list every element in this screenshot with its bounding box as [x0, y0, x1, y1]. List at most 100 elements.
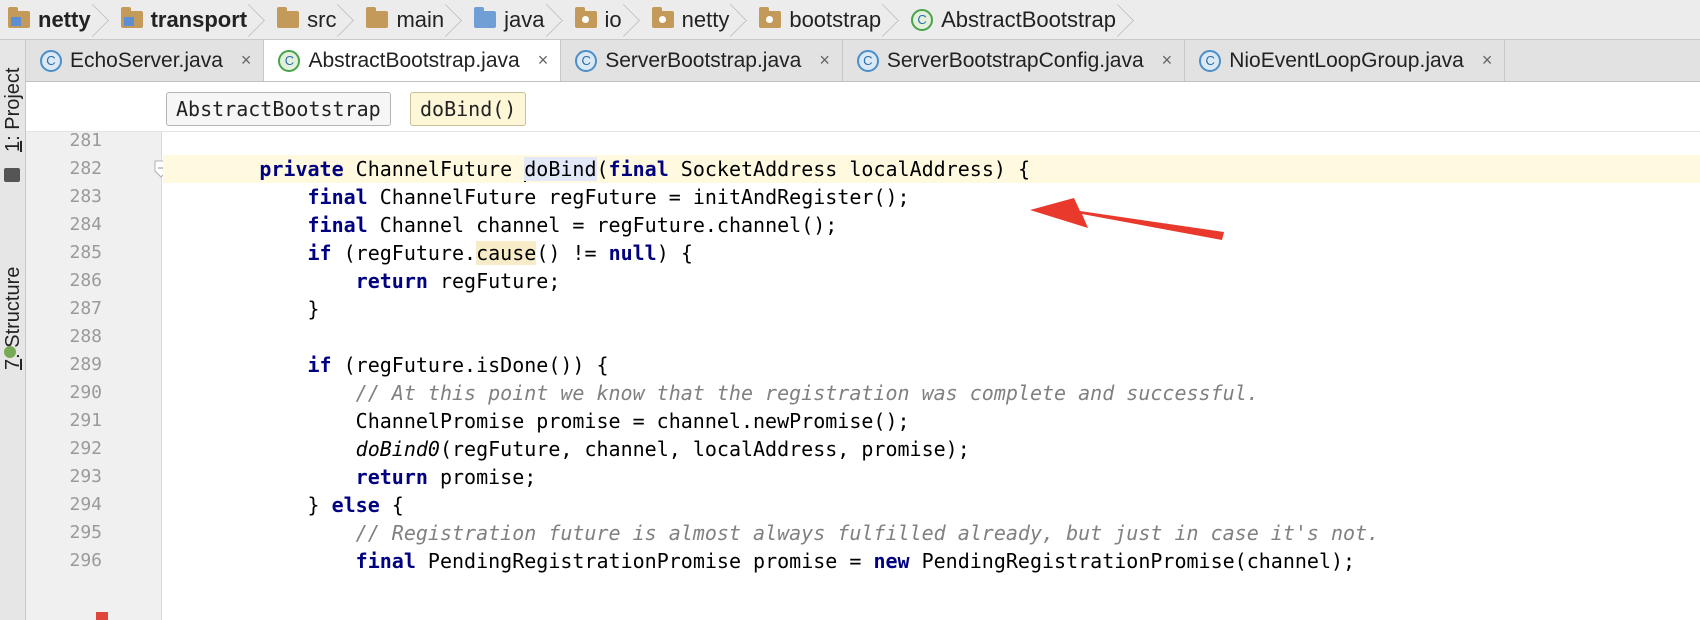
breadcrumb-label: netty: [681, 6, 730, 32]
breadcrumb-label: AbstractBootstrap: [941, 6, 1116, 32]
code-line: } else {: [163, 493, 404, 517]
line-number: 291: [69, 410, 102, 431]
line-number: 295: [69, 522, 102, 543]
close-icon[interactable]: ×: [1162, 50, 1173, 71]
folder-icon: [277, 7, 300, 28]
line-number: 289: [69, 354, 102, 375]
close-icon[interactable]: ×: [538, 50, 549, 71]
structure-tool-number: 7: [2, 358, 24, 370]
code-line: doBind0(regFuture, channel, localAddress…: [355, 437, 970, 461]
keyword: null: [608, 241, 657, 265]
line-number: 283: [69, 186, 102, 207]
code-line: final Channel channel = regFuture.channe…: [307, 213, 838, 237]
line-number: 288: [69, 326, 102, 347]
code-line: if (regFuture.cause() != null) {: [307, 241, 693, 265]
breadcrumb-label: src: [307, 6, 337, 32]
code-line: }: [163, 297, 320, 321]
abstract-class-icon: C: [278, 49, 301, 72]
breadcrumb-item-io[interactable]: io: [567, 0, 644, 40]
left-tool-strip: 1: Project 7: Structure: [0, 40, 26, 620]
project-tool-label: : Project: [2, 67, 24, 141]
code-line: final PendingRegistrationPromise promise…: [355, 549, 1356, 573]
breadcrumb: netty transport src main java io netty b…: [0, 0, 1700, 40]
code-line: // Registration future is almost always …: [163, 519, 1700, 547]
keyword: final: [307, 213, 368, 237]
static-method-call: doBind0: [355, 437, 440, 461]
package-icon: [574, 7, 597, 28]
breakpoint-marker: [96, 612, 108, 620]
line-number-gutter[interactable]: 281 282 283 284 285 286 287 288 289 290 …: [26, 130, 162, 620]
class-nav-chip[interactable]: AbstractBootstrap: [166, 92, 391, 126]
keyword: if: [307, 241, 332, 265]
code-editor[interactable]: private ChannelFuture doBind(final Socke…: [163, 132, 1700, 620]
runnable-class-icon: C: [40, 49, 62, 72]
tab-label: AbstractBootstrap.java: [308, 48, 520, 72]
breadcrumb-item-netty-package[interactable]: netty: [644, 0, 752, 40]
tab-serverbootstrap[interactable]: C ServerBootstrap.java ×: [561, 40, 843, 81]
tab-label: ServerBootstrap.java: [605, 48, 802, 72]
code-line: return promise;: [355, 465, 537, 489]
method-name-highlight: doBind: [524, 157, 597, 181]
line-number: 292: [69, 438, 102, 459]
line-number: 282: [69, 158, 102, 179]
method-nav-chip[interactable]: doBind(): [410, 92, 527, 126]
code-line-current: private ChannelFuture doBind(final Socke…: [163, 155, 1700, 183]
code-line: final ChannelFuture regFuture = initAndR…: [307, 185, 910, 209]
tab-abstractbootstrap[interactable]: C AbstractBootstrap.java ×: [264, 40, 562, 81]
module-folder-icon: [8, 7, 30, 28]
close-icon[interactable]: ×: [1482, 50, 1493, 71]
tab-label: NioEventLoopGroup.java: [1229, 48, 1464, 72]
keyword: new: [873, 549, 910, 573]
line-number: 287: [69, 298, 102, 319]
project-icon: [4, 168, 20, 182]
breadcrumb-item-java[interactable]: java: [466, 0, 566, 40]
code-line: if (regFuture.isDone()) {: [307, 353, 609, 377]
tab-label: EchoServer.java: [70, 48, 223, 72]
keyword: return: [355, 269, 428, 293]
keyword: if: [307, 353, 332, 377]
tab-nioeventloopgroup[interactable]: C NioEventLoopGroup.java ×: [1185, 40, 1506, 81]
breadcrumb-label: main: [396, 6, 445, 32]
keyword: final: [307, 185, 368, 209]
code-line: ChannelPromise promise = channel.newProm…: [163, 409, 910, 433]
line-number: 285: [69, 242, 102, 263]
close-icon[interactable]: ×: [819, 50, 830, 71]
tab-echoserver[interactable]: C EchoServer.java ×: [26, 40, 265, 81]
class-icon: C: [575, 49, 598, 72]
code-comment: // At this point we know that the regist…: [355, 381, 1259, 405]
keyword: private: [259, 157, 344, 181]
module-folder-icon: [120, 7, 143, 28]
keyword: else: [331, 493, 380, 517]
breadcrumb-item-netty[interactable]: netty: [0, 0, 113, 40]
source-folder-icon: [474, 7, 497, 28]
breadcrumb-label: netty: [38, 6, 91, 32]
breadcrumb-item-src[interactable]: src: [269, 0, 358, 40]
breadcrumb-item-bootstrap[interactable]: bootstrap: [751, 0, 903, 40]
code-comment: // Registration future is almost always …: [355, 521, 1380, 545]
class-icon: C: [1199, 49, 1222, 72]
keyword: return: [355, 465, 428, 489]
line-number: 294: [69, 494, 102, 515]
code-line: // At this point we know that the regist…: [163, 379, 1700, 407]
breadcrumb-item-abstractbootstrap[interactable]: C AbstractBootstrap: [903, 0, 1138, 40]
structure-tool-label: : Structure: [2, 266, 24, 359]
breadcrumb-item-main[interactable]: main: [358, 0, 466, 40]
project-tool-button[interactable]: 1: Project: [2, 68, 25, 152]
line-number: 293: [69, 466, 102, 487]
breadcrumb-label: transport: [150, 6, 248, 32]
editor-structure-breadcrumb: AbstractBootstrap doBind(): [26, 82, 1700, 132]
breadcrumb-item-transport[interactable]: transport: [113, 0, 270, 40]
line-number: 290: [69, 382, 102, 403]
abstract-class-icon: C: [911, 8, 934, 31]
line-number: 284: [69, 214, 102, 235]
final-class-icon: C: [856, 49, 879, 72]
folder-icon: [366, 7, 389, 28]
close-icon[interactable]: ×: [241, 50, 252, 71]
tab-serverbootstrapconfig[interactable]: C ServerBootstrapConfig.java ×: [843, 40, 1186, 81]
breadcrumb-label: java: [504, 6, 545, 32]
code-line: return regFuture;: [355, 269, 561, 293]
package-icon: [651, 7, 674, 28]
structure-icon: [4, 346, 16, 358]
